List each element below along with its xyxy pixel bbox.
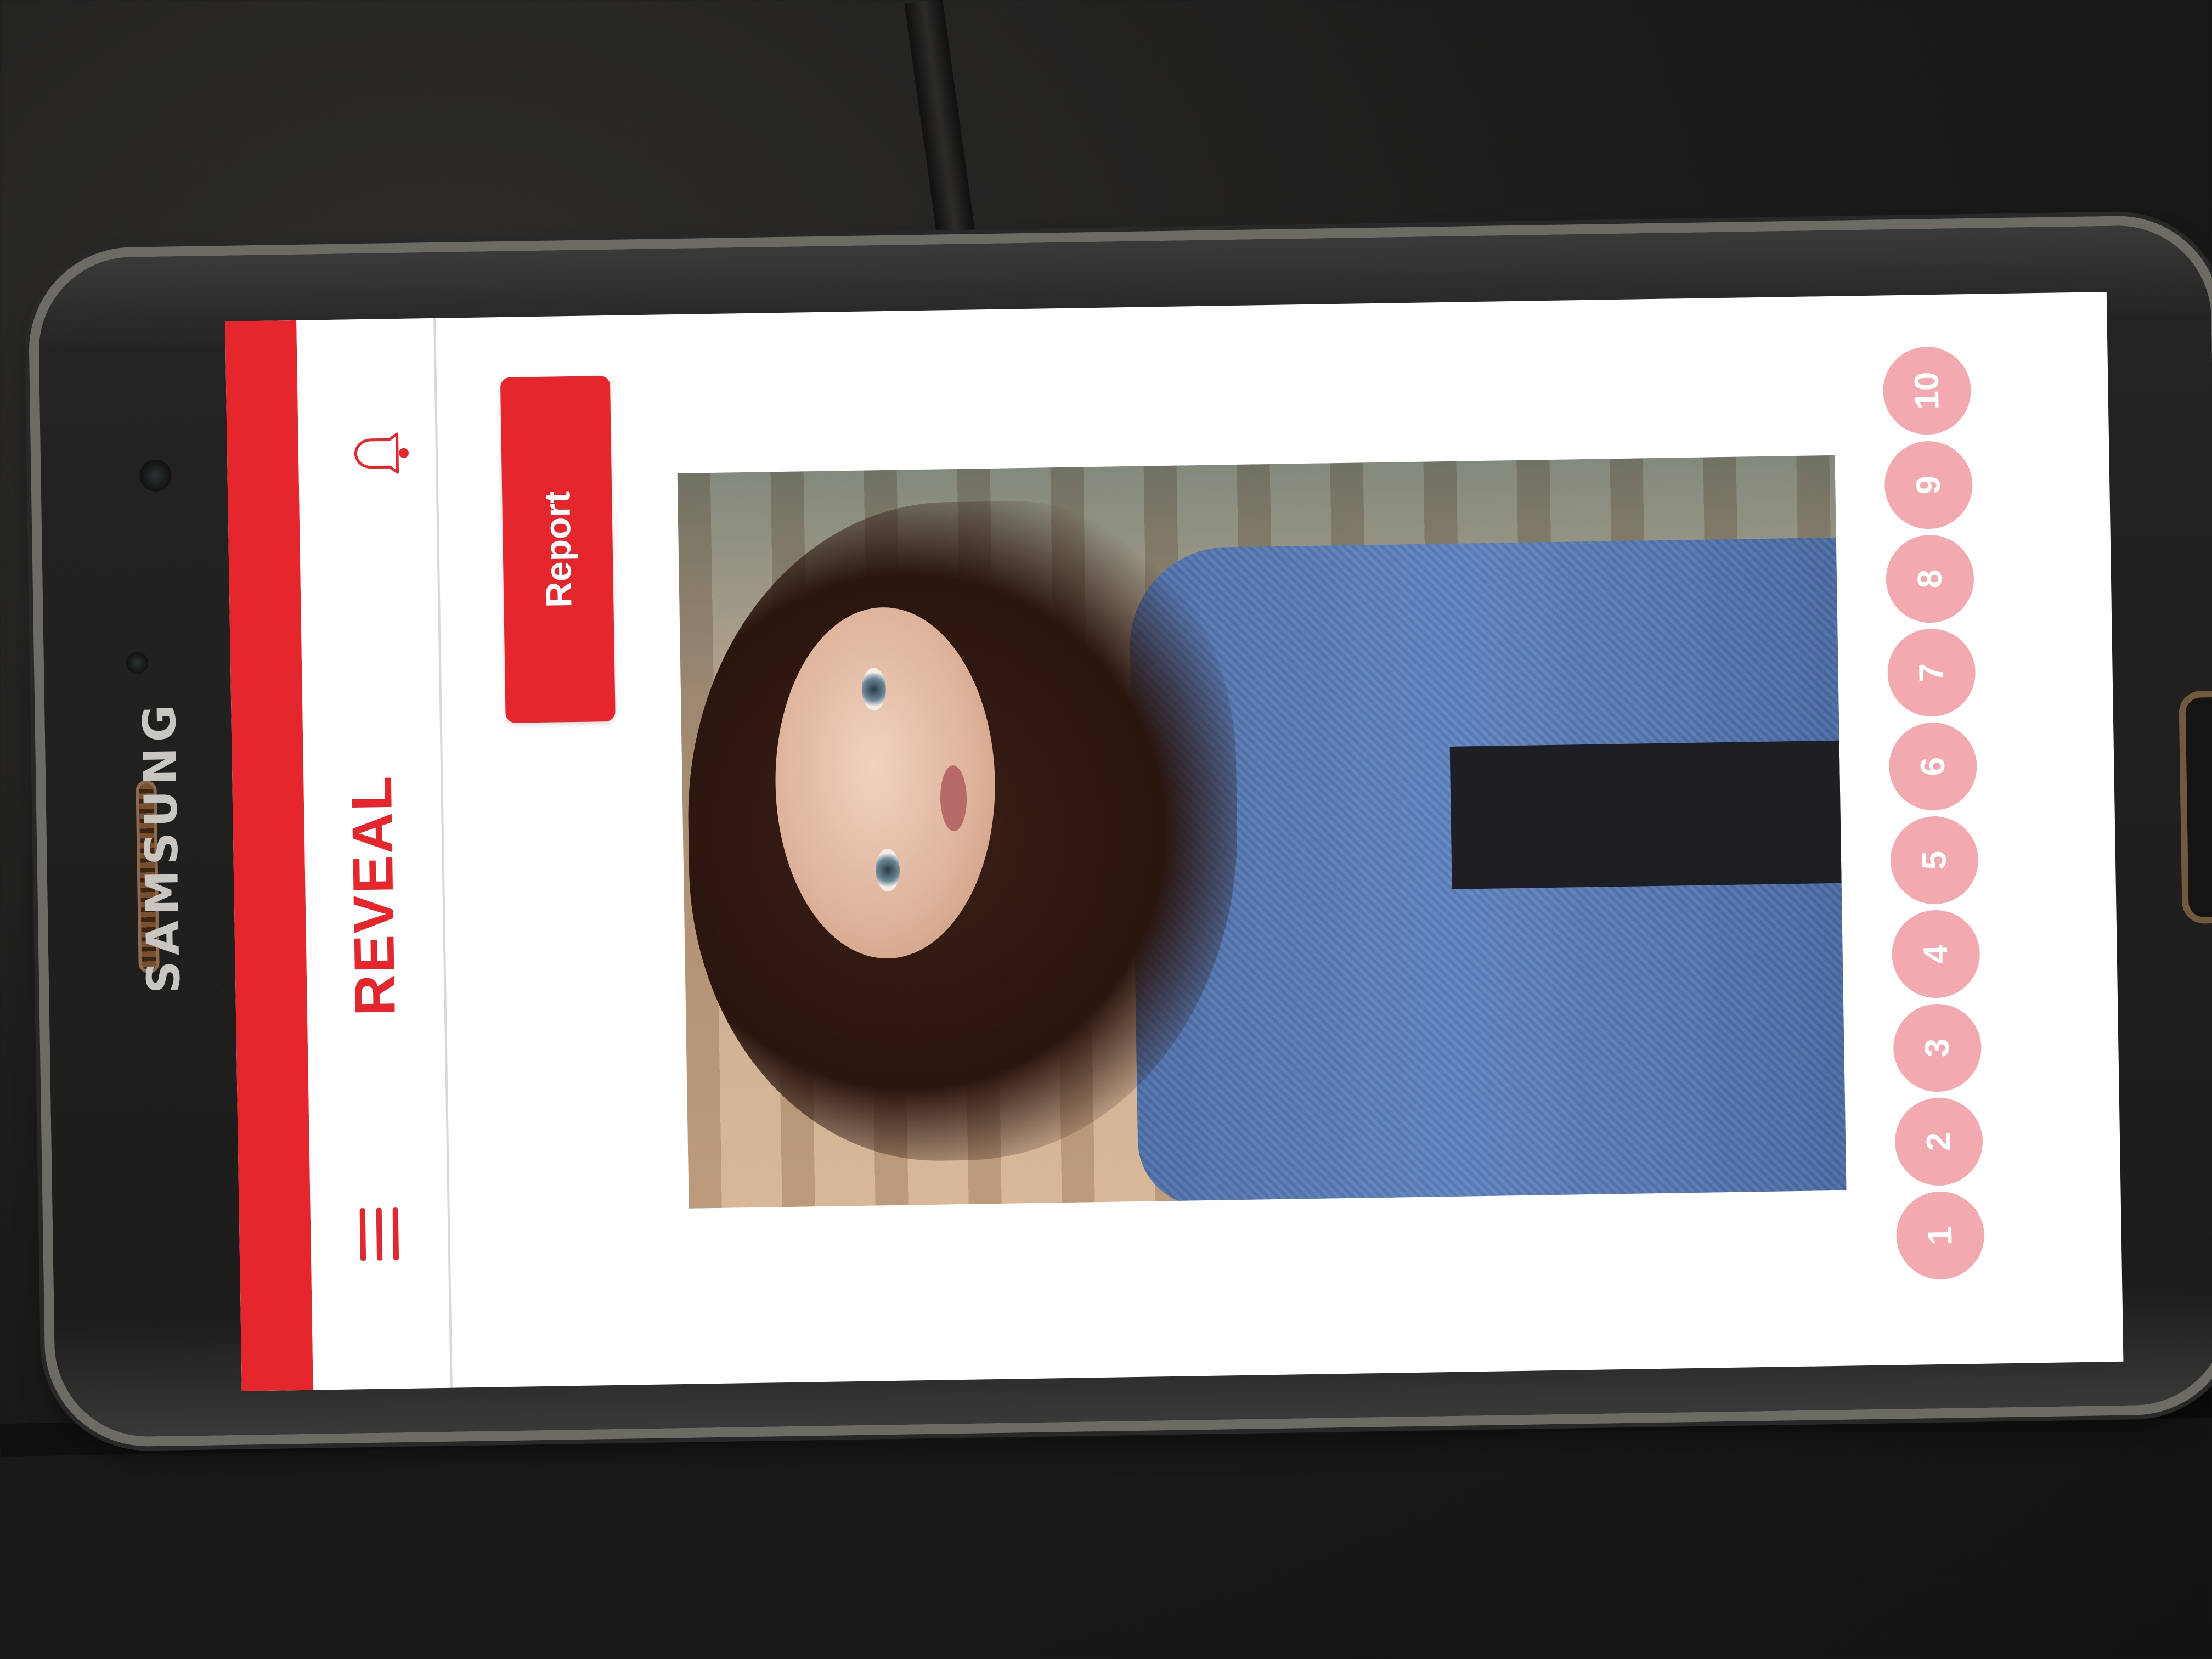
rating-button-6[interactable]: 6: [1888, 721, 1978, 811]
sensor: [126, 652, 149, 674]
profile-photo: [677, 455, 1847, 1209]
rating-label: 7: [1912, 663, 1951, 682]
report-button-label: Report: [537, 490, 579, 608]
rating-button-7[interactable]: 7: [1887, 628, 1976, 718]
bell-icon[interactable]: [336, 411, 420, 495]
rating-label: 4: [1916, 944, 1955, 964]
rating-button-8[interactable]: 8: [1885, 534, 1975, 624]
rating-button-2[interactable]: 2: [1894, 1097, 1984, 1187]
rating-label: 2: [1920, 1132, 1958, 1152]
rating-button-9[interactable]: 9: [1884, 440, 1973, 530]
rating-button-4[interactable]: 4: [1891, 909, 1980, 999]
rating-label: 1: [1921, 1226, 1960, 1245]
rating-button-5[interactable]: 5: [1889, 815, 1979, 905]
rating-button-10[interactable]: 10: [1882, 346, 1972, 436]
rating-label: 8: [1911, 569, 1949, 589]
app-title: REVEAL: [340, 774, 408, 1017]
home-button[interactable]: [2179, 690, 2212, 924]
rating-scale: 1 2 3 4 5 6 7 8 9 10: [1882, 346, 1990, 1280]
device-brand-logo: SAMSUNG: [133, 699, 190, 994]
phone-device: SAMSUNG REVEAL Report 1 2 3 4 5 6 7 8 9 …: [37, 224, 2212, 1438]
rating-button-3[interactable]: 3: [1893, 1003, 1982, 1093]
rating-label: 3: [1918, 1038, 1957, 1058]
background-seam: [904, 0, 978, 254]
app-bar: REVEAL: [296, 318, 453, 1390]
rating-label: 6: [1914, 757, 1953, 776]
hamburger-menu-icon[interactable]: [349, 1207, 410, 1261]
app-screen: REVEAL Report 1 2 3 4 5 6 7 8 9 10: [225, 292, 2124, 1391]
rating-label: 5: [1915, 850, 1954, 870]
front-camera: [139, 459, 172, 492]
rating-label: 9: [1909, 475, 1948, 495]
rating-label: 10: [1908, 371, 1946, 410]
rating-button-1[interactable]: 1: [1895, 1190, 1985, 1280]
report-button[interactable]: Report: [500, 375, 616, 723]
